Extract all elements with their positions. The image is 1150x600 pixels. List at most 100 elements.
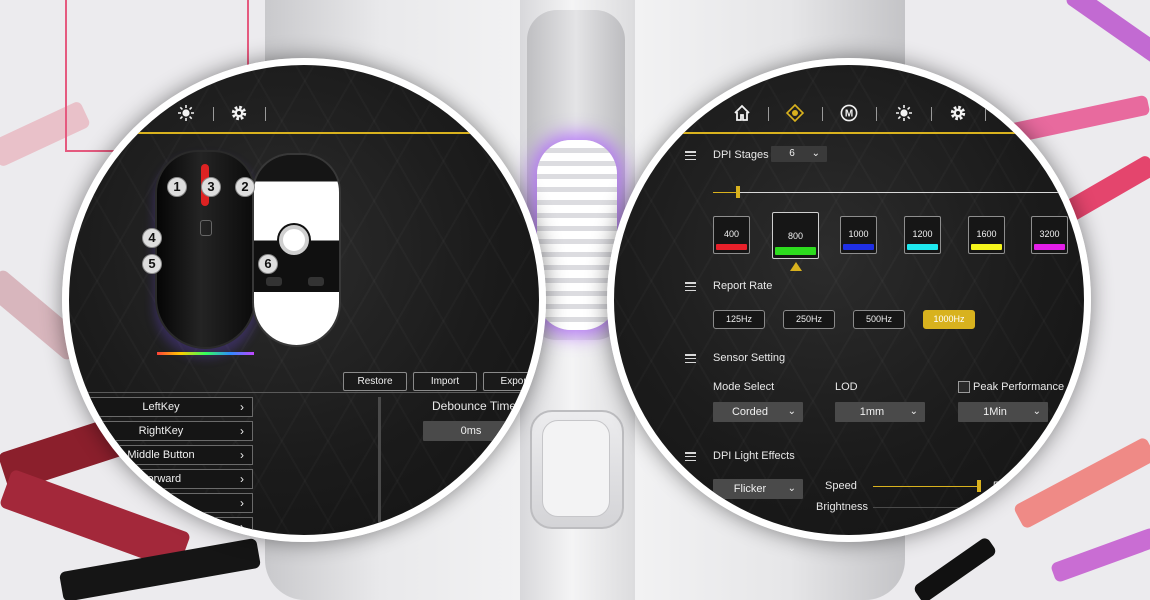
dpi-stage-color <box>971 244 1002 250</box>
performance-settings-panel: M DPI Stages 6 ⌄ 400 800 1000 1200 1600 … <box>607 58 1091 542</box>
dpi-stage-value: 1000 <box>848 229 869 239</box>
button-number-badge[interactable]: 4 <box>142 228 162 248</box>
key-binding-row[interactable]: k › <box>69 493 253 513</box>
lod-value: 1mm <box>859 406 885 418</box>
chevron-right-icon: › <box>240 472 244 486</box>
button-number-badge[interactable]: 6 <box>258 254 278 274</box>
report-rate-option[interactable]: 1000Hz <box>923 310 975 329</box>
toolbar-separator <box>265 107 266 121</box>
report-rate-option[interactable]: 250Hz <box>783 310 835 329</box>
lod-dropdown[interactable]: 1mm ⌄ <box>835 402 925 422</box>
button-number-badge[interactable]: 3 <box>201 177 221 197</box>
button-settings-panel: 1 3 2 4 5 6 Restore Import Export LeftKe… <box>62 58 546 542</box>
dpi-stage-box[interactable]: 1000 <box>840 216 877 254</box>
restore-button[interactable]: Restore <box>343 372 407 391</box>
speed-slider-thumb[interactable] <box>977 480 981 492</box>
debounce-select[interactable]: 0ms ⌄ <box>423 421 519 441</box>
peak-performance-dropdown[interactable]: 1Min ⌄ <box>958 402 1048 422</box>
toolbar-separator <box>931 107 932 121</box>
menu-icon <box>685 452 696 462</box>
dpi-stage-value: 800 <box>787 231 804 241</box>
report-rate-option[interactable]: 500Hz <box>853 310 905 329</box>
key-binding-row[interactable]: Middle Button › <box>69 445 253 465</box>
dpi-stage-color <box>1034 244 1065 250</box>
mode-select-dropdown[interactable]: Corded ⌄ <box>713 402 803 422</box>
mode-select-value: Corded <box>731 406 769 418</box>
chevron-right-icon: › <box>240 520 244 534</box>
key-binding-row[interactable]: RightKey › <box>69 421 253 441</box>
chevron-down-icon: ⌄ <box>811 148 820 159</box>
brightness-icon[interactable] <box>894 104 914 124</box>
chevron-right-icon: › <box>240 496 244 510</box>
gear-icon[interactable] <box>948 104 968 124</box>
peak-performance-value: 1Min <box>983 406 1007 418</box>
toolbar-separator <box>876 107 877 121</box>
dpi-slider-track[interactable] <box>713 192 1068 193</box>
dpi-crosshair-icon[interactable] <box>785 103 805 124</box>
menu-icon <box>685 354 696 364</box>
speed-slider-fill <box>873 486 979 487</box>
gear-icon[interactable] <box>229 104 249 124</box>
chevron-down-icon: ⌄ <box>503 425 512 436</box>
home-icon[interactable] <box>732 104 752 124</box>
key-binding-label: Middle Button <box>127 449 195 461</box>
dpi-stage-box[interactable]: 3200 <box>1031 216 1068 254</box>
mode-select-label: Mode Select <box>713 381 775 393</box>
brightness-slider-track[interactable] <box>873 507 979 508</box>
key-binding-row[interactable]: LeftKey › <box>69 397 253 417</box>
key-binding-label: RightKey <box>138 425 184 437</box>
toolbar-separator <box>768 107 769 121</box>
report-rate-option[interactable]: 125Hz <box>713 310 765 329</box>
dpi-stage-color <box>716 244 747 250</box>
key-binding-row[interactable]: › <box>69 517 253 535</box>
chevron-right-icon: › <box>240 448 244 462</box>
chevron-down-icon: ⌄ <box>787 483 796 494</box>
dpi-stage-box[interactable]: 800 <box>772 212 819 259</box>
macro-m-icon[interactable]: M <box>839 104 859 124</box>
dpi-stage-box[interactable]: 1600 <box>968 216 1005 254</box>
button-number-badge[interactable]: 5 <box>142 254 162 274</box>
dpi-stage-value: 3200 <box>1039 229 1060 239</box>
toolbar-separator <box>213 107 214 121</box>
sensor-setting-label: Sensor Setting <box>713 352 786 364</box>
dpi-slider-thumb[interactable] <box>735 186 740 198</box>
chevron-right-icon: › <box>240 400 244 414</box>
light-effect-value: Flicker <box>733 483 767 495</box>
lod-label: LOD <box>835 381 858 393</box>
header-divider <box>614 132 1084 134</box>
dpi-button-inner <box>542 420 610 517</box>
peak-performance-label: Peak Performance <box>973 381 1065 393</box>
chevron-right-icon: › <box>240 424 244 438</box>
debounce-value: 0ms <box>460 425 482 437</box>
dpi-stages-value: 6 <box>789 148 795 159</box>
speed-value: 5 <box>993 480 1000 492</box>
toolbar-separator <box>985 107 986 121</box>
header-divider <box>69 132 539 134</box>
key-binding-label: Forward <box>140 473 182 485</box>
mouse-bottom-view-image <box>254 155 339 345</box>
scroll-wheel-image <box>537 140 617 330</box>
speed-slider-track[interactable] <box>873 486 979 487</box>
button-number-badge[interactable]: 1 <box>167 177 187 197</box>
chevron-down-icon: ⌄ <box>1032 406 1041 417</box>
brightness-label: Brightness <box>816 501 868 513</box>
dpi-stage-color <box>775 247 816 255</box>
dpi-stage-color <box>843 244 874 250</box>
light-effect-dropdown[interactable]: Flicker ⌄ <box>713 479 803 499</box>
import-button[interactable]: Import <box>413 372 477 391</box>
chevron-down-icon: ⌄ <box>909 406 918 417</box>
dpi-stages-select[interactable]: 6 ⌄ <box>771 146 827 162</box>
chevron-down-icon: ⌄ <box>787 406 796 417</box>
key-binding-row[interactable]: Forward › <box>69 469 253 489</box>
peak-performance-checkbox[interactable] <box>958 381 970 393</box>
brightness-icon[interactable] <box>176 104 196 124</box>
button-number-badge[interactable]: 2 <box>235 177 255 197</box>
dpi-stage-color <box>907 244 938 250</box>
dpi-stage-box[interactable]: 1200 <box>904 216 941 254</box>
export-button[interactable]: Export <box>483 372 539 391</box>
dpi-stage-value: 400 <box>723 229 740 239</box>
section-divider <box>69 392 539 393</box>
key-binding-label: k <box>158 497 164 509</box>
dpi-stage-value: 1600 <box>976 229 997 239</box>
dpi-stage-box[interactable]: 400 <box>713 216 750 254</box>
